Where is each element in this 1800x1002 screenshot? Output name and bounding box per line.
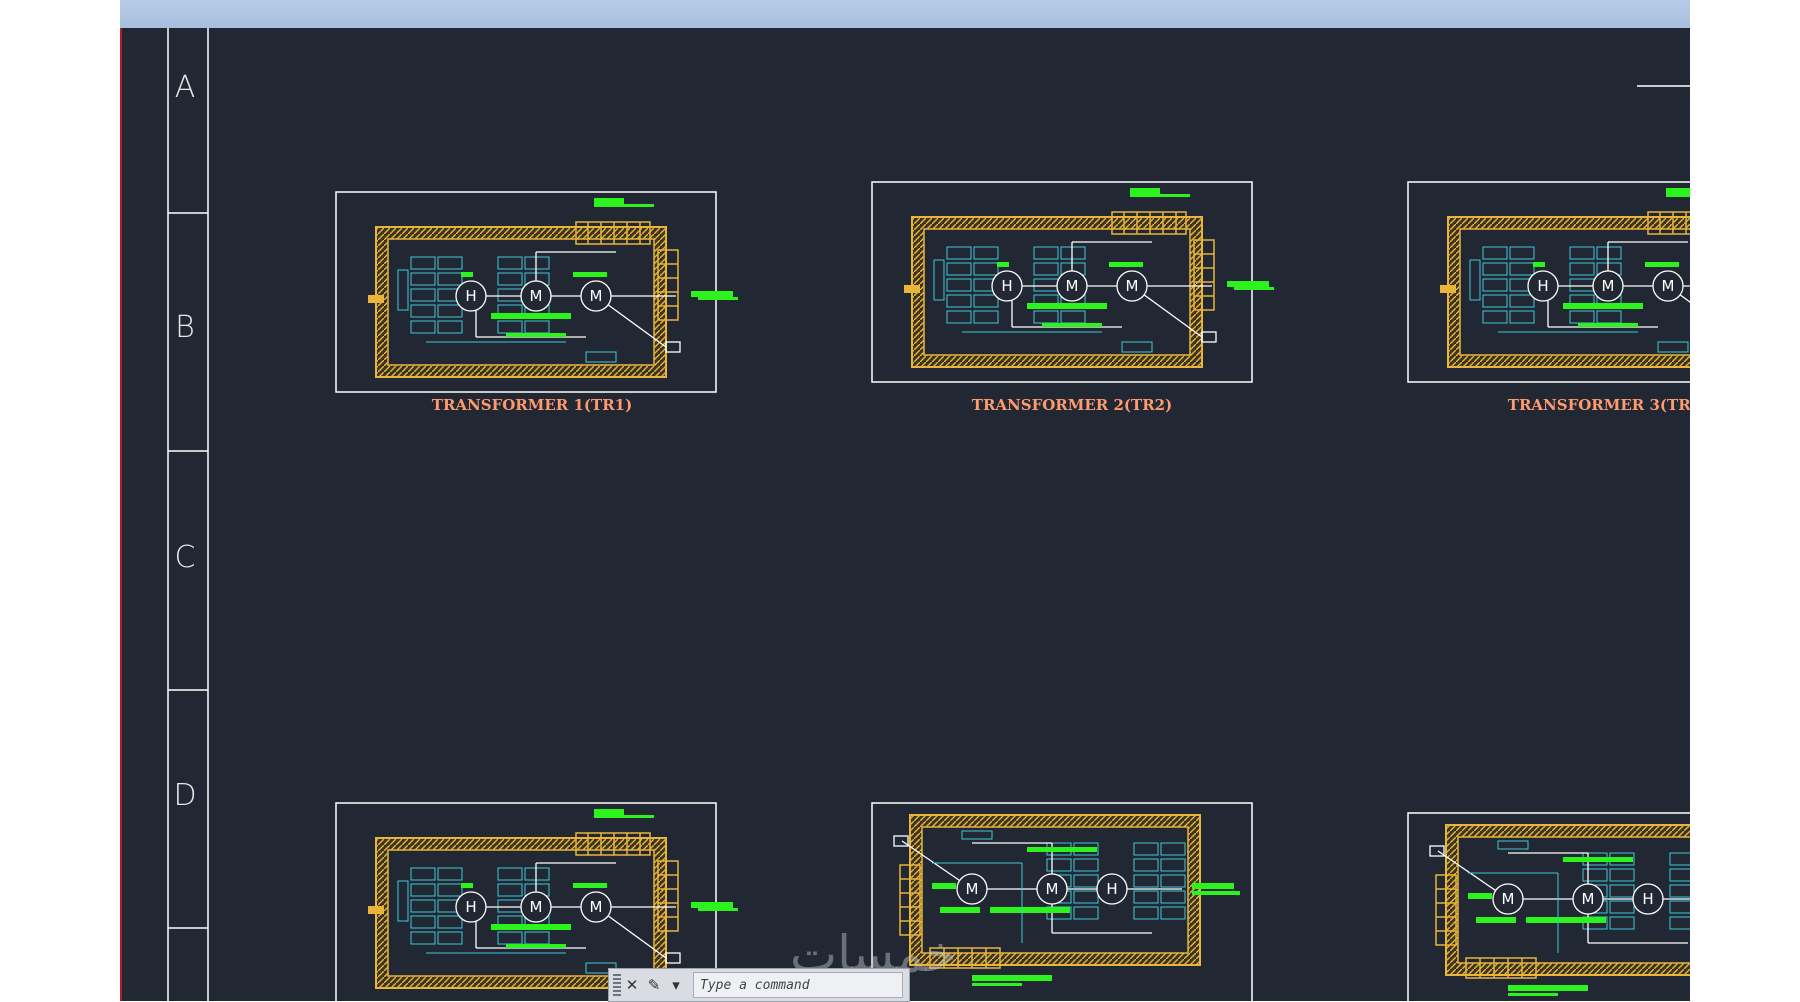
recent-commands-icon[interactable]: ▾: [665, 974, 687, 996]
transformer-plan-tr1[interactable]: [336, 192, 738, 392]
zone-border: [167, 28, 209, 1001]
cad-drawing: H M M M M H TRANSFORMER 1(TR1) TRANSFORM…: [167, 28, 1690, 1001]
transformer-2-label: TRANSFORMER 2(TR2): [972, 396, 1172, 414]
zone-label-d: D: [173, 778, 197, 813]
transformer-plan-tr3[interactable]: [1408, 182, 1690, 382]
zone-label-b: B: [175, 310, 195, 345]
command-input[interactable]: Type a command: [693, 972, 903, 998]
drawing-canvas[interactable]: H M M M M H TRANSFORMER 1(TR1) TRANSFORM…: [120, 28, 1690, 1001]
command-line-bar: ✕ ✎ ▾ Type a command: [608, 968, 910, 1002]
title-bar: [120, 0, 1690, 28]
zone-label-a: A: [174, 70, 196, 105]
grip-handle[interactable]: [613, 974, 621, 996]
customize-icon[interactable]: ✎: [643, 974, 665, 996]
transformer-1-label: TRANSFORMER 1(TR1): [432, 396, 632, 414]
zone-label-c: C: [174, 540, 196, 575]
transformer-plan-tr2[interactable]: [872, 182, 1274, 382]
transformer-3-label: TRANSFORMER 3(TR3): [1508, 396, 1690, 414]
close-icon[interactable]: ✕: [621, 974, 643, 996]
transformer-plan-tr6[interactable]: [1408, 813, 1690, 1001]
